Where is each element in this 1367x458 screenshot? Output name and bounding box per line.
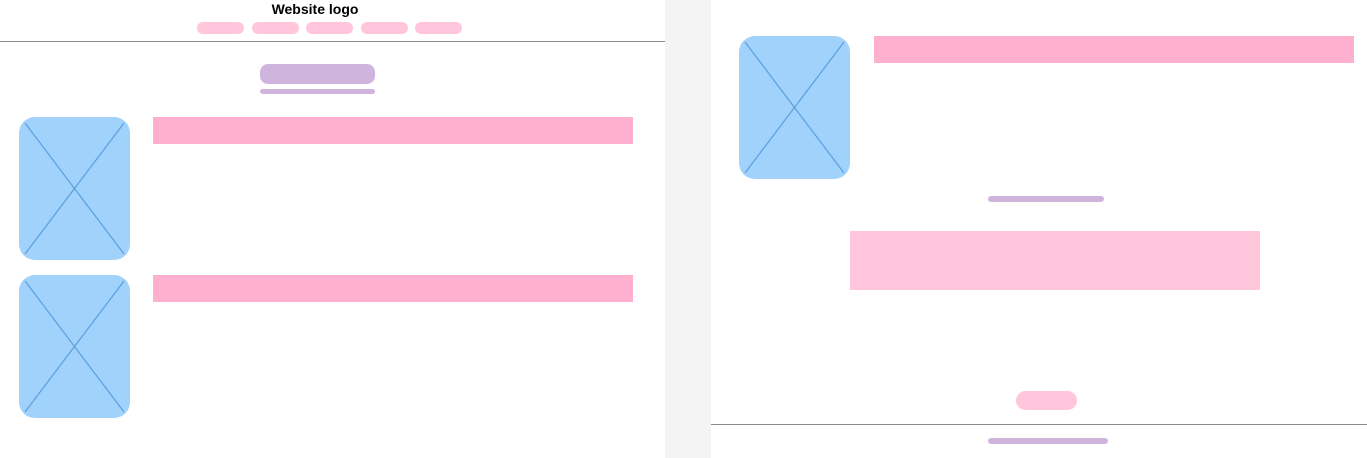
wireframe-page-left: Website logo [0, 0, 665, 458]
cta-button[interactable] [1016, 391, 1077, 410]
website-logo[interactable]: Website logo [0, 1, 630, 17]
image-placeholder-icon [19, 117, 130, 260]
image-placeholder-icon [739, 36, 850, 179]
nav-item-3[interactable] [306, 22, 353, 34]
image-placeholder-icon [19, 275, 130, 418]
section-subtitle-placeholder [260, 89, 375, 94]
article-heading-placeholder [153, 275, 633, 302]
nav-item-5[interactable] [415, 22, 462, 34]
footer-text-placeholder [988, 438, 1108, 444]
nav-item-1[interactable] [197, 22, 244, 34]
section-title-placeholder [260, 64, 375, 84]
content-block-placeholder [850, 231, 1260, 290]
nav-item-4[interactable] [361, 22, 408, 34]
header-divider [0, 41, 665, 42]
footer-divider [711, 424, 1367, 425]
wireframe-page-right [711, 0, 1367, 458]
article-heading-placeholder [874, 36, 1354, 63]
nav-item-2[interactable] [252, 22, 299, 34]
caption-placeholder [988, 196, 1104, 202]
article-heading-placeholder [153, 117, 633, 144]
